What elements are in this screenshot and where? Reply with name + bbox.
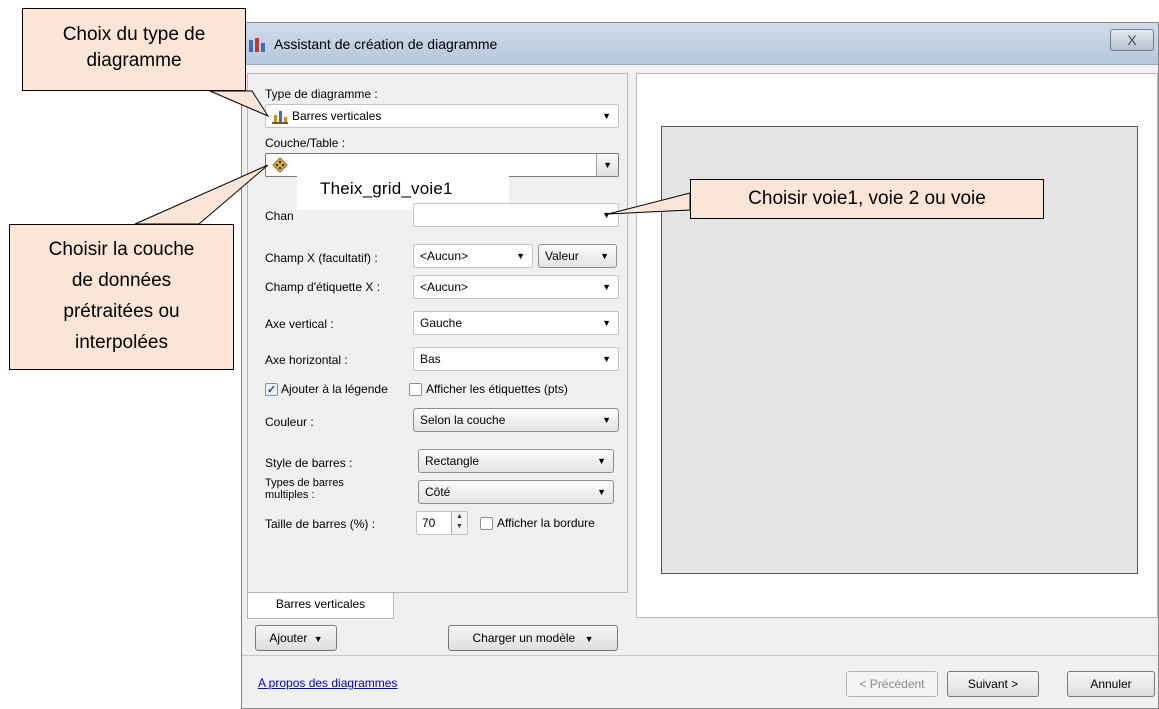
callout-voie-choice: Choisir voie1, voie 2 ou voie [690, 179, 1044, 219]
callout-layer-choice: Choisir la couche de données prétraitées… [9, 224, 234, 370]
callout-chart-type-line-2: diagramme [86, 50, 182, 71]
callout-layer-line-3: prétraitées ou [63, 301, 180, 322]
callout-chart-type-line-1: Choix du type de [62, 24, 206, 45]
callout-chart-type: Choix du type de diagramme [22, 8, 246, 91]
callout-layer-line-2: de données [71, 270, 172, 291]
callout-layer-line-1: Choisir la couche [48, 239, 195, 260]
callout-layer-line-4: interpolées [75, 332, 168, 353]
